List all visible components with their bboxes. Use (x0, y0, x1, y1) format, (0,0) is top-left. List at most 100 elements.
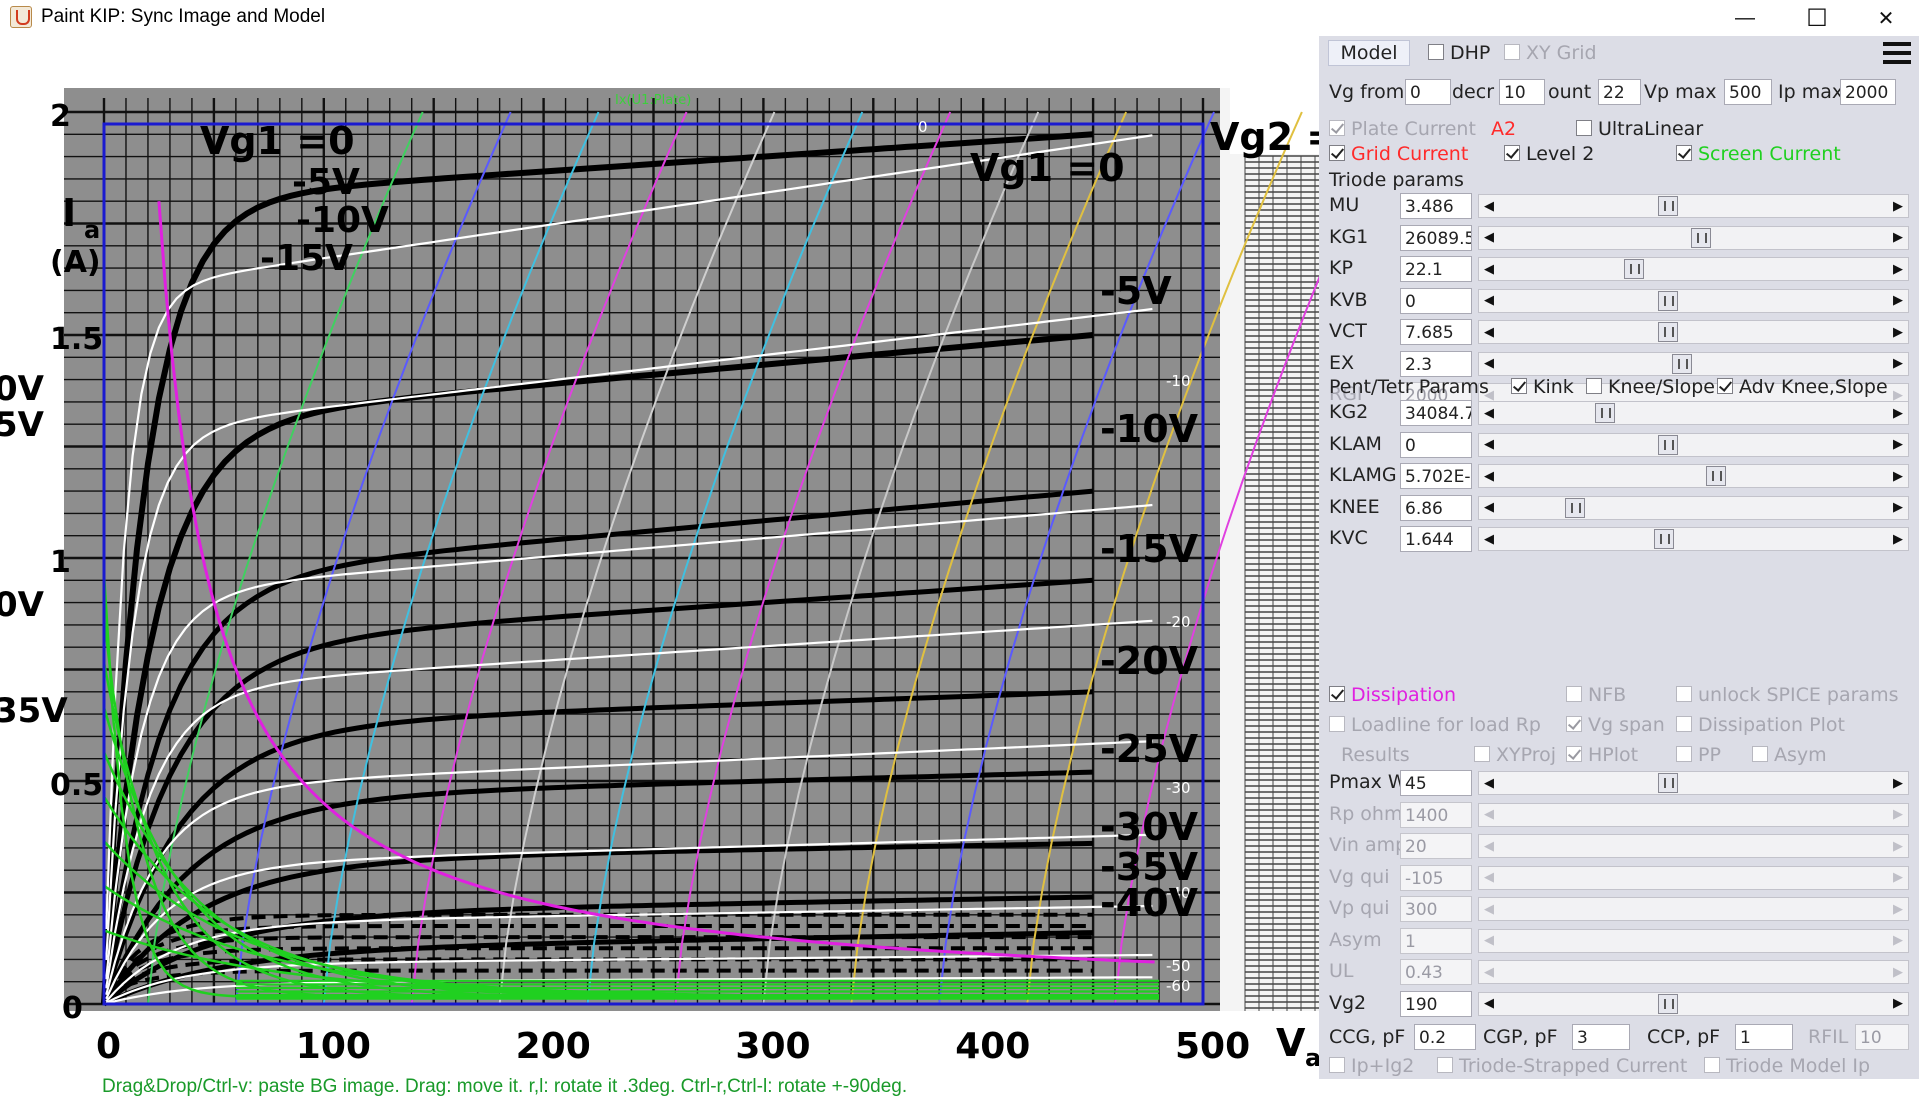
grid-current-checkbox[interactable] (1329, 145, 1345, 161)
param-input-kvb[interactable]: 0 (1400, 287, 1472, 314)
param-input-kp[interactable]: 22.1 (1400, 256, 1472, 282)
dissipation-checkbox[interactable] (1329, 686, 1345, 702)
param-slider-klamg[interactable]: ◀ ▶ (1478, 464, 1909, 488)
scroll-left-arrow-icon[interactable]: ◀ (1479, 804, 1499, 826)
scroll-left-arrow-icon[interactable]: ◀ (1479, 497, 1499, 519)
xy-grid-checkbox[interactable] (1504, 44, 1520, 60)
close-button[interactable]: ✕ (1857, 0, 1915, 36)
param-slider-vin-ampl[interactable]: ◀ ▶ (1478, 834, 1909, 858)
scroll-thumb[interactable] (1705, 466, 1726, 486)
param-input-rp-ohm[interactable]: 1400 (1400, 801, 1472, 828)
scroll-left-arrow-icon[interactable]: ◀ (1479, 402, 1499, 424)
vp-max-input[interactable]: 500 (1724, 79, 1772, 105)
adv-knee-checkbox[interactable] (1717, 378, 1733, 394)
scroll-thumb[interactable] (1657, 322, 1678, 342)
scroll-right-arrow-icon[interactable]: ▶ (1888, 353, 1908, 375)
param-input-ul[interactable]: 0.43 (1400, 959, 1472, 985)
model-button[interactable]: Model (1328, 40, 1410, 66)
scroll-right-arrow-icon[interactable]: ▶ (1888, 930, 1908, 952)
loadline-checkbox[interactable] (1329, 716, 1345, 732)
param-slider-ul[interactable]: ◀ ▶ (1478, 960, 1909, 984)
param-slider-mu[interactable]: ◀ ▶ (1478, 194, 1909, 218)
param-slider-kg1[interactable]: ◀ ▶ (1478, 225, 1909, 250)
triode-model-ip-checkbox[interactable] (1704, 1057, 1720, 1073)
scroll-right-arrow-icon[interactable]: ▶ (1888, 528, 1908, 550)
count-input[interactable]: 22 (1598, 79, 1641, 105)
param-input-vct[interactable]: 7.685 (1400, 319, 1472, 345)
vg-from-input[interactable]: 0 (1405, 79, 1451, 105)
dhp-checkbox[interactable] (1428, 44, 1444, 60)
kink-checkbox[interactable] (1511, 378, 1527, 394)
param-input-klamg[interactable]: 5.702E-4 (1400, 463, 1472, 489)
scroll-left-arrow-icon[interactable]: ◀ (1479, 465, 1499, 487)
param-slider-rp-ohm[interactable]: ◀ ▶ (1478, 802, 1909, 827)
screen-current-checkbox[interactable] (1676, 145, 1692, 161)
plate-current-checkbox[interactable] (1329, 120, 1345, 136)
menu-icon[interactable] (1883, 42, 1911, 64)
hplot-checkbox[interactable] (1566, 746, 1582, 762)
scroll-left-arrow-icon[interactable]: ◀ (1479, 227, 1499, 249)
ip-max-input[interactable]: 2000 (1840, 79, 1896, 105)
scroll-left-arrow-icon[interactable]: ◀ (1479, 930, 1499, 952)
scroll-left-arrow-icon[interactable]: ◀ (1479, 528, 1499, 550)
param-slider-kvc[interactable]: ◀ ▶ (1478, 527, 1909, 551)
scroll-thumb[interactable] (1653, 529, 1674, 549)
param-slider-pmax-w[interactable]: ◀ ▶ (1478, 771, 1909, 795)
param-input-vg-qui[interactable]: -105 (1400, 864, 1472, 891)
param-slider-kp[interactable]: ◀ ▶ (1478, 257, 1909, 281)
param-slider-vg2[interactable]: ◀ ▶ (1478, 991, 1909, 1016)
param-slider-ex[interactable]: ◀ ▶ (1478, 351, 1909, 376)
scroll-right-arrow-icon[interactable]: ▶ (1888, 497, 1908, 519)
ultralinear-checkbox[interactable] (1576, 120, 1592, 136)
param-slider-kg2[interactable]: ◀ ▶ (1478, 401, 1909, 425)
scroll-thumb[interactable] (1690, 227, 1711, 248)
ccg-input[interactable]: 0.2 (1414, 1024, 1476, 1050)
param-input-klam[interactable]: 0 (1400, 431, 1472, 458)
param-input-knee[interactable]: 6.86 (1400, 494, 1472, 521)
scroll-right-arrow-icon[interactable]: ▶ (1888, 835, 1908, 857)
scroll-left-arrow-icon[interactable]: ◀ (1479, 961, 1499, 983)
param-input-ex[interactable]: 2.3 (1400, 350, 1472, 377)
scroll-left-arrow-icon[interactable]: ◀ (1479, 353, 1499, 375)
scroll-right-arrow-icon[interactable]: ▶ (1888, 993, 1908, 1015)
param-input-vg2[interactable]: 190 (1400, 990, 1472, 1017)
maximize-button[interactable]: ☐ (1788, 0, 1846, 36)
tube-curves-plot[interactable]: Ix(U1:Plate)0-10-20-30-40-50-60Vg1 =0-5V… (0, 36, 1319, 1079)
nfb-checkbox[interactable] (1566, 686, 1582, 702)
param-input-kg2[interactable]: 34084.71 (1400, 400, 1472, 426)
ccp-input[interactable]: 1 (1735, 1024, 1793, 1050)
param-input-vin-ampl[interactable]: 20 (1400, 833, 1472, 859)
param-slider-vg-qui[interactable]: ◀ ▶ (1478, 865, 1909, 890)
param-input-vp-qui[interactable]: 300 (1400, 896, 1472, 922)
ip-ig2-checkbox[interactable] (1329, 1057, 1345, 1073)
scroll-thumb[interactable] (1594, 403, 1615, 423)
scroll-thumb[interactable] (1565, 497, 1586, 518)
param-slider-vp-qui[interactable]: ◀ ▶ (1478, 897, 1909, 921)
knee-slope-checkbox[interactable] (1586, 378, 1602, 394)
scroll-right-arrow-icon[interactable]: ▶ (1888, 867, 1908, 889)
scroll-left-arrow-icon[interactable]: ◀ (1479, 195, 1499, 217)
minimize-button[interactable]: — (1716, 0, 1774, 36)
param-slider-klam[interactable]: ◀ ▶ (1478, 432, 1909, 457)
scroll-right-arrow-icon[interactable]: ▶ (1888, 772, 1908, 794)
param-input-asym[interactable]: 1 (1400, 927, 1472, 954)
scroll-thumb[interactable] (1657, 196, 1678, 216)
scroll-left-arrow-icon[interactable]: ◀ (1479, 290, 1499, 312)
scroll-thumb[interactable] (1657, 773, 1678, 793)
scroll-thumb[interactable] (1657, 290, 1678, 311)
scroll-left-arrow-icon[interactable]: ◀ (1479, 258, 1499, 280)
scroll-thumb[interactable] (1672, 353, 1693, 374)
scroll-left-arrow-icon[interactable]: ◀ (1479, 321, 1499, 343)
pp-checkbox[interactable] (1676, 746, 1692, 762)
param-input-kvc[interactable]: 1.644 (1400, 526, 1472, 552)
decr-input[interactable]: 10 (1499, 79, 1545, 105)
param-slider-vct[interactable]: ◀ ▶ (1478, 320, 1909, 344)
scroll-thumb[interactable] (1657, 434, 1678, 455)
scroll-right-arrow-icon[interactable]: ▶ (1888, 195, 1908, 217)
vg-span-checkbox[interactable] (1566, 716, 1582, 732)
param-input-kg1[interactable]: 26089.53 (1400, 224, 1472, 251)
cgp-input[interactable]: 3 (1572, 1024, 1630, 1050)
param-slider-kvb[interactable]: ◀ ▶ (1478, 288, 1909, 313)
scroll-thumb[interactable] (1624, 259, 1645, 279)
scroll-left-arrow-icon[interactable]: ◀ (1479, 434, 1499, 456)
